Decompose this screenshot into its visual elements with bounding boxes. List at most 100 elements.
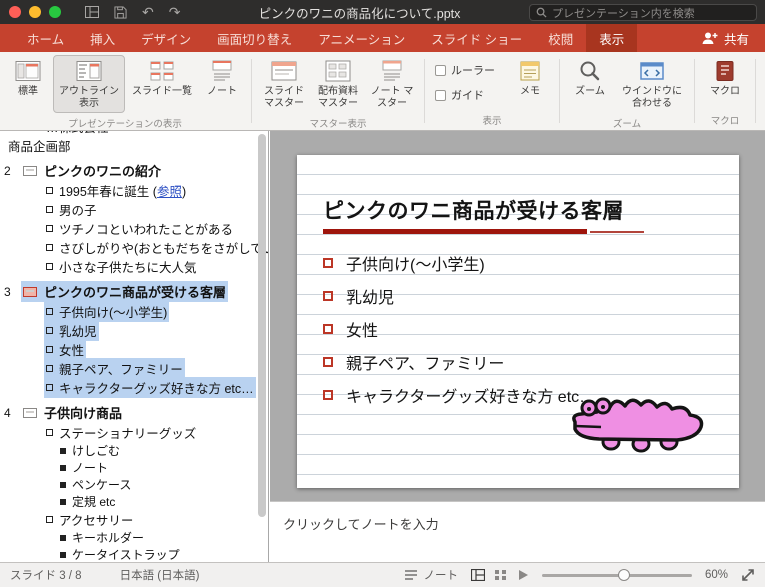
outline-item[interactable]: 女性 xyxy=(0,339,268,360)
outline-text[interactable]: ステーショナリーグッズ xyxy=(59,423,196,442)
ribbon-tab-4[interactable]: アニメーション xyxy=(305,24,418,52)
ribbon-tab-6[interactable]: 校閲 xyxy=(535,24,586,52)
outline-item[interactable]: さびしがりや(おともだちをさがしている) xyxy=(0,238,268,257)
slide-bullet-item[interactable]: キャラクターグッズ好きな方 etc… xyxy=(323,378,595,411)
slide-body[interactable]: 子供向け(〜小学生) 乳幼児 女性 親子ペア、ファミリー キャラクターグッズ好きな方 e… xyxy=(323,246,595,411)
outline-item[interactable]: 定規 etc xyxy=(0,493,268,510)
outline-item[interactable]: ツチノコといわれたことがある xyxy=(0,219,268,238)
outline-text[interactable]: 乳幼児 xyxy=(59,321,97,340)
minimize-window-button[interactable] xyxy=(29,6,41,18)
save-icon[interactable] xyxy=(114,5,127,19)
crocodile-drawing[interactable] xyxy=(569,382,709,454)
outline-scrollbar[interactable] xyxy=(258,134,267,559)
outline-item[interactable]: 1995年春に誕生 (参照) xyxy=(0,181,268,200)
outline-text[interactable]: ペンケース xyxy=(72,476,131,493)
outline-item[interactable]: 商品企画部 xyxy=(0,136,268,155)
slide-canvas-area[interactable]: ピンクのワニ商品が受ける客層 子供向け(〜小学生) 乳幼児 女性 親子ペア、ファミリー… xyxy=(270,131,765,501)
outline-slide-title[interactable]: 4 子供向け商品 xyxy=(0,402,268,423)
fit-slide-to-window-icon[interactable] xyxy=(741,568,755,582)
close-window-button[interactable] xyxy=(9,6,21,18)
outline-text[interactable]: ツチノコといわれたことがある xyxy=(59,219,233,238)
outline-slide-title[interactable]: 3 ピンクのワニ商品が受ける客層 xyxy=(0,281,268,302)
slide-title[interactable]: ピンクのワニ商品が受ける客層 xyxy=(323,195,624,225)
view-switcher-icon[interactable] xyxy=(85,6,99,18)
notes-pane[interactable]: クリックしてノートを入力 xyxy=(270,501,765,562)
outline-item[interactable]: 乳幼児 xyxy=(0,320,268,341)
slide[interactable]: ピンクのワニ商品が受ける客層 子供向け(〜小学生) 乳幼児 女性 親子ペア、ファミリー… xyxy=(297,155,739,488)
notes-master-button[interactable]: ノート マスター xyxy=(366,55,418,113)
outline-item[interactable]: けしごむ xyxy=(0,442,268,459)
handout-master-button[interactable]: 配布資料 マスター xyxy=(312,55,364,113)
outline-text[interactable]: 男の子 xyxy=(59,200,97,219)
slideshow-play-button[interactable] xyxy=(517,569,529,581)
outline-text[interactable]: さびしがりや(おともだちをさがしている) xyxy=(59,238,268,257)
outline-item[interactable]: アクセサリー xyxy=(0,510,268,529)
outline-text[interactable]: キャラクターグッズ好きな方 etc… xyxy=(59,378,254,397)
outline-item[interactable]: 子供向け(〜小学生) xyxy=(0,301,268,322)
zoom-percentage[interactable]: 60% xyxy=(705,569,728,581)
outline-pane[interactable]: …株式会社商品企画部2ピンクのワニの紹介1995年春に誕生 (参照)男の子ツチノ… xyxy=(0,131,269,562)
ruler-checkbox[interactable]: ルーラー xyxy=(435,62,495,78)
outline-text[interactable]: ケータイストラップ xyxy=(72,546,180,562)
outline-text[interactable]: ノート xyxy=(72,459,108,476)
outline-item[interactable]: キーホルダー xyxy=(0,529,268,546)
ribbon-tab-2[interactable]: デザイン xyxy=(128,24,204,52)
outline-item[interactable]: ノート xyxy=(0,459,268,476)
ribbon-tab-5[interactable]: スライド ショー xyxy=(418,24,535,52)
slide-bullet-item[interactable]: 女性 xyxy=(323,312,595,345)
outline-text[interactable]: 商品企画部 xyxy=(8,136,71,155)
slide-bullet-item[interactable]: 乳幼児 xyxy=(323,279,595,312)
share-button[interactable]: 共有 xyxy=(701,24,749,52)
zoom-window-button[interactable] xyxy=(49,6,61,18)
outline-item[interactable]: 小さな子供たちに大人気 xyxy=(0,257,268,276)
slide-sorter-button[interactable]: スライド一覧 xyxy=(127,55,197,101)
search-box[interactable]: プレゼンテーション内を検索 xyxy=(529,4,757,21)
outline-item[interactable]: ペンケース xyxy=(0,476,268,493)
guides-checkbox[interactable]: ガイド xyxy=(435,87,495,103)
outline-text[interactable]: 子供向け(〜小学生) xyxy=(59,302,167,321)
language-indicator[interactable]: 日本語 (日本語) xyxy=(120,567,200,583)
outline-text[interactable]: 小さな子供たちに大人気 xyxy=(59,257,197,276)
guides-checkbox-box[interactable] xyxy=(435,89,446,101)
outline-text[interactable]: けしごむ xyxy=(72,442,120,459)
scrollbar-thumb[interactable] xyxy=(258,134,266,517)
zoom-slider-knob[interactable] xyxy=(618,569,631,581)
macro-button[interactable]: マクロ xyxy=(701,55,749,101)
outline-item[interactable]: ケータイストラップ xyxy=(0,546,268,562)
outline-item[interactable]: 親子ペア、ファミリー xyxy=(0,358,268,379)
undo-icon[interactable]: ↶ xyxy=(142,5,154,19)
slide-thumbnail-icon[interactable] xyxy=(23,407,37,418)
zoom-slider[interactable] xyxy=(541,569,692,581)
reference-link[interactable]: 参照 xyxy=(157,185,182,199)
outline-text[interactable]: ピンクのワニの紹介 xyxy=(44,161,161,180)
slide-thumbnail-icon[interactable] xyxy=(23,165,37,176)
ribbon-tab-7[interactable]: 表示 xyxy=(586,24,638,52)
normal-view-button[interactable]: 標準 xyxy=(5,55,51,101)
notes-page-button[interactable]: ノート xyxy=(199,55,245,101)
fit-to-window-button[interactable]: ウインドウに合わせる xyxy=(616,55,688,113)
outline-text[interactable]: 親子ペア、ファミリー xyxy=(59,359,183,378)
outline-text[interactable]: 定規 etc xyxy=(72,493,115,510)
slide-thumbnail-icon[interactable] xyxy=(23,286,37,297)
outline-text[interactable]: 女性 xyxy=(59,340,84,359)
redo-icon[interactable]: ↷ xyxy=(169,5,181,19)
zoom-button[interactable]: ズーム xyxy=(566,55,614,101)
outline-text[interactable]: 子供向け商品 xyxy=(44,403,122,422)
ribbon-tab-0[interactable]: ホーム xyxy=(14,24,77,52)
outline-item[interactable]: キャラクターグッズ好きな方 etc… xyxy=(0,377,268,398)
normal-view-button-small[interactable] xyxy=(470,569,485,581)
slide-sorter-button-small[interactable] xyxy=(494,569,508,581)
outline-slide-title[interactable]: 2 ピンクのワニの紹介 xyxy=(0,160,268,181)
notes-toggle-button[interactable]: メモ xyxy=(507,55,553,101)
ribbon-tab-1[interactable]: 挿入 xyxy=(77,24,128,52)
slide-master-button[interactable]: スライド マスター xyxy=(258,55,310,113)
outline-text[interactable]: 1995年春に誕生 (参照) xyxy=(59,181,186,200)
outline-item[interactable]: ステーショナリーグッズ xyxy=(0,423,268,442)
notes-toggle[interactable]: ノート xyxy=(404,567,458,583)
outline-text[interactable]: ピンクのワニ商品が受ける客層 xyxy=(44,282,226,301)
outline-view-button[interactable]: アウトライン表示 xyxy=(53,55,125,113)
outline-text[interactable]: アクセサリー xyxy=(59,510,133,529)
notes-placeholder[interactable]: クリックしてノートを入力 xyxy=(283,517,439,532)
outline-item[interactable]: 男の子 xyxy=(0,200,268,219)
slide-bullet-item[interactable]: 子供向け(〜小学生) xyxy=(323,246,595,279)
